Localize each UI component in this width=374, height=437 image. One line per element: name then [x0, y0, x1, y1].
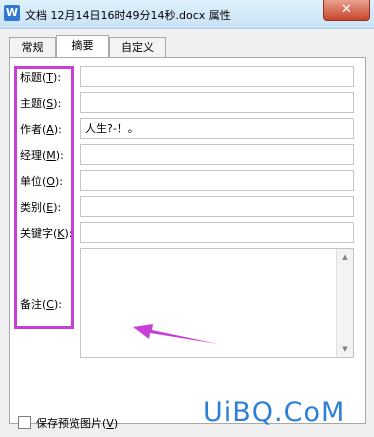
wps-writer-icon: W [4, 5, 20, 21]
category-field[interactable] [80, 196, 354, 217]
manager-field[interactable] [80, 144, 354, 165]
save-preview-checkbox[interactable] [18, 416, 31, 429]
annotation-arrow-icon [133, 324, 218, 344]
close-button[interactable]: ✕ [323, 0, 370, 21]
author-field[interactable]: 人生?-！。 [80, 118, 354, 139]
save-preview-label[interactable]: 保存预览图片(V) [36, 415, 118, 431]
keywords-field[interactable] [80, 222, 354, 243]
tab-summary[interactable]: 摘要 [56, 35, 109, 57]
site-watermark: UiBQ.CoM [203, 397, 346, 428]
scroll-down-icon[interactable]: ▼ [337, 341, 353, 357]
window-title: 文档 12月14日16时49分14秒.docx 属性 [25, 9, 231, 22]
tab-custom[interactable]: 自定义 [109, 37, 166, 57]
scroll-up-icon[interactable]: ▲ [337, 249, 353, 265]
notes-scrollbar[interactable]: ▲ ▼ [336, 249, 353, 357]
subject-field[interactable] [80, 92, 354, 113]
labels-highlight-box [14, 66, 74, 329]
company-field[interactable] [80, 170, 354, 191]
tab-general[interactable]: 常规 [9, 37, 56, 57]
summary-panel: 标题(T): 主题(S): 作者(A): 人生?-！。 经理(M): 单位(O)… [9, 57, 366, 430]
title-field[interactable] [80, 66, 354, 87]
title-bar: W 文档 12月14日16时49分14秒.docx 属性 ✕ [0, 0, 374, 29]
